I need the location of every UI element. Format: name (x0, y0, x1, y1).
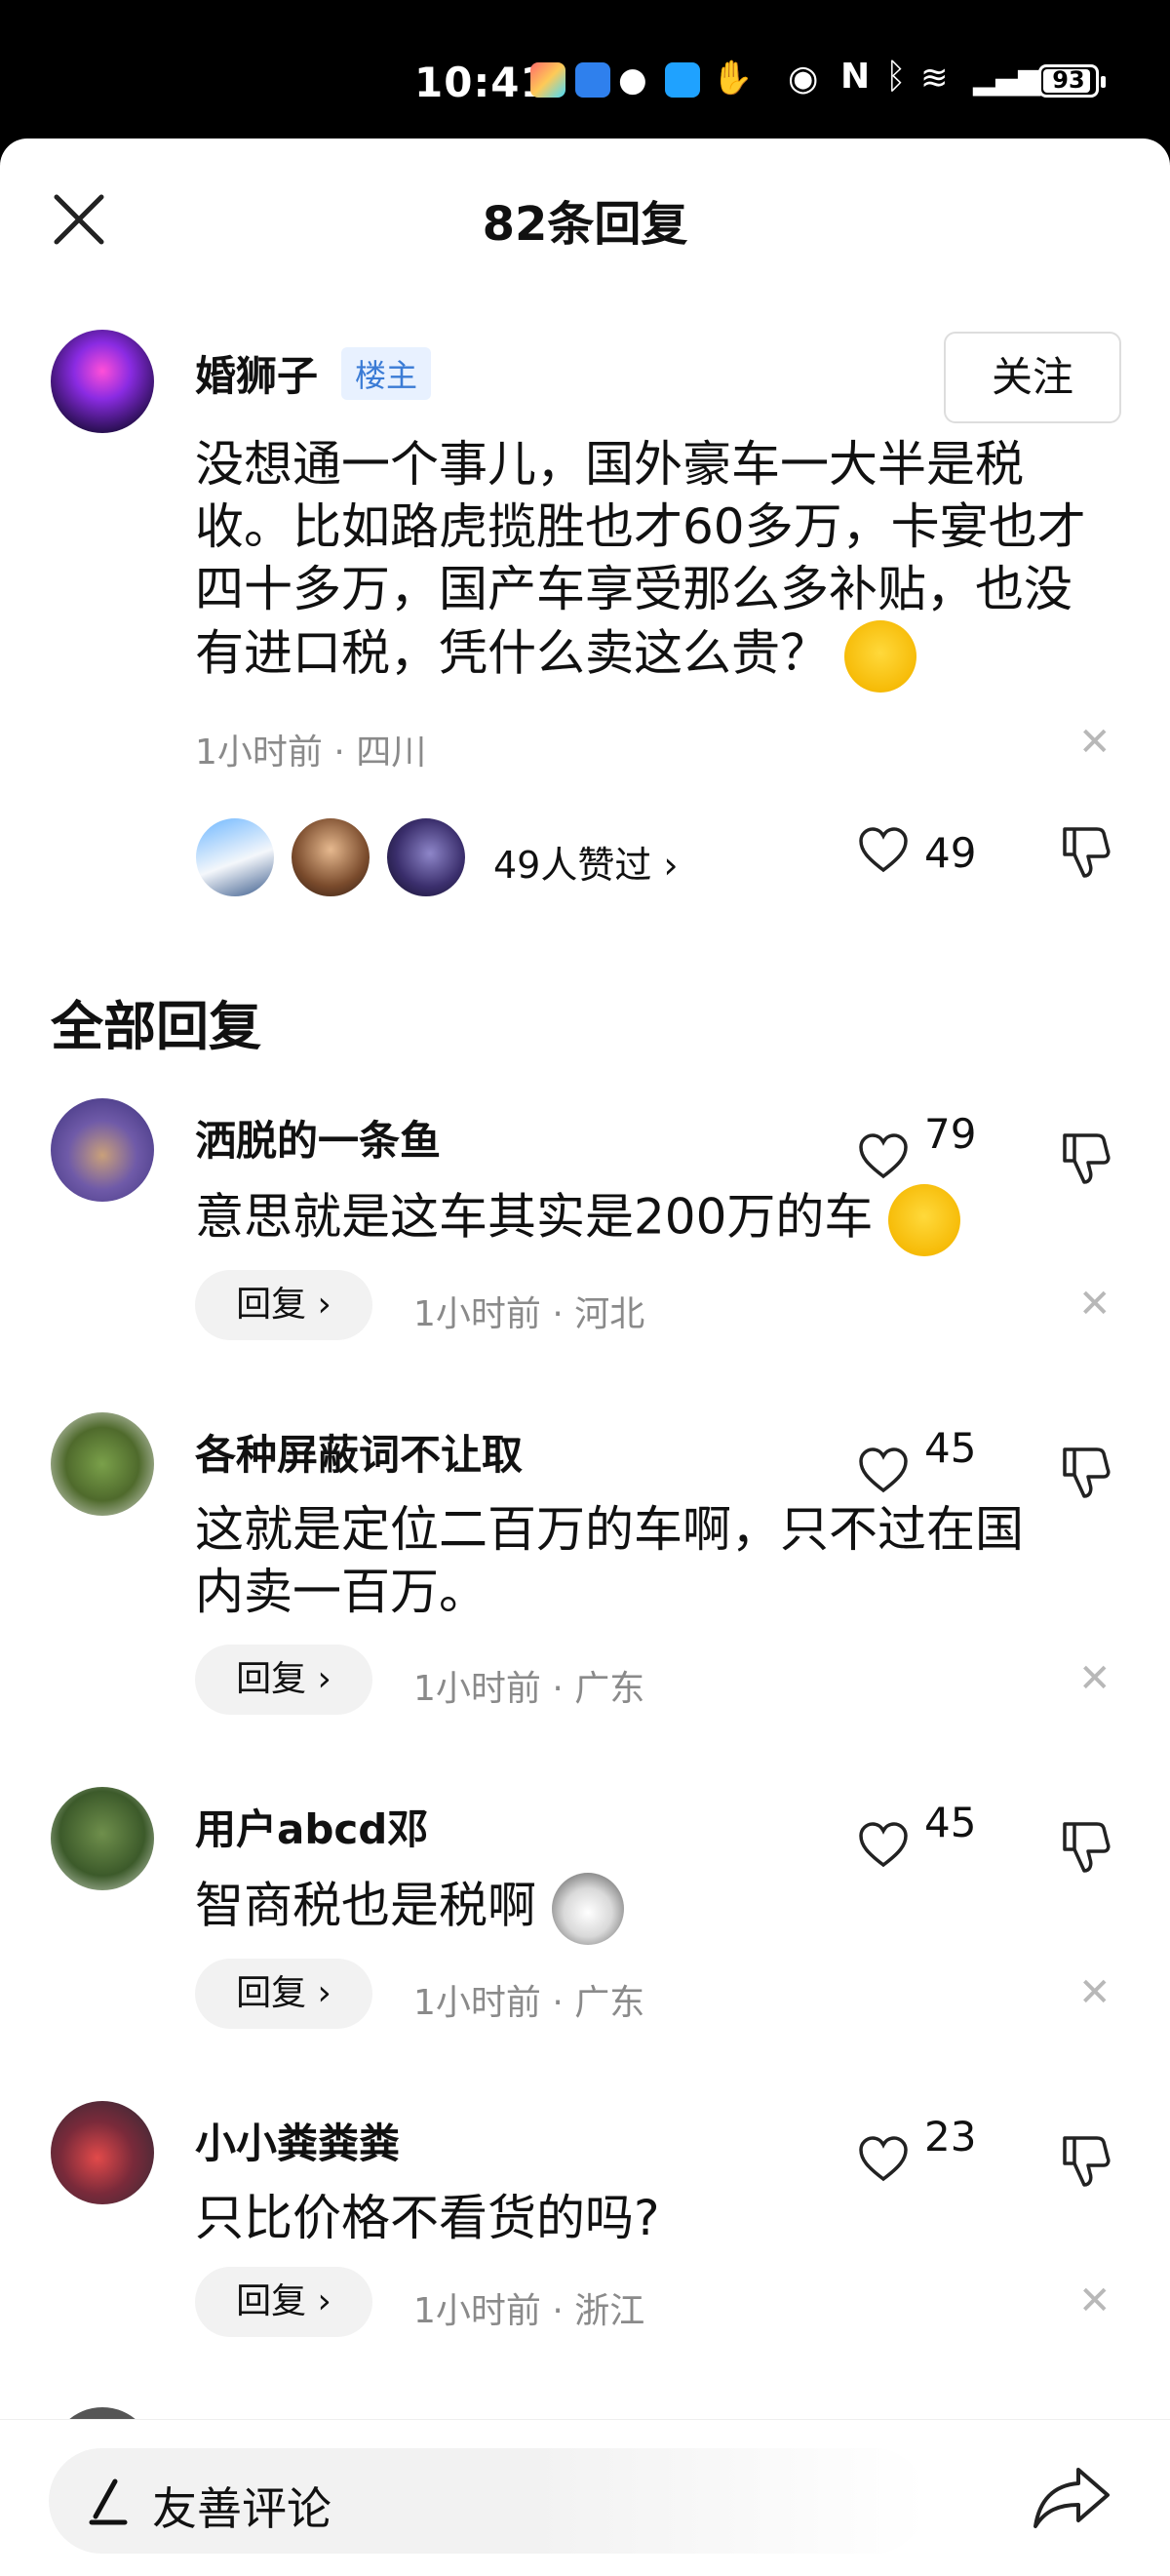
reply-button[interactable]: 回复 › (195, 2267, 372, 2337)
x-icon[interactable]: ✕ (1078, 1970, 1112, 2015)
heart-icon (859, 1133, 908, 1179)
reply-username[interactable]: 用户abcd邓 (195, 1797, 428, 1856)
reply-username[interactable]: 小小粪粪粪 (195, 2111, 400, 2170)
op-username[interactable]: 婚狮子 (195, 343, 318, 403)
reply-meta: 1小时前 · 广东 (413, 1983, 645, 2023)
x-icon[interactable]: ✕ (1078, 720, 1112, 765)
battery-level: 93 (1052, 66, 1085, 94)
liker-avatar[interactable] (193, 815, 277, 899)
x-icon[interactable]: ✕ (1078, 2279, 1112, 2323)
thumbs-down-icon (1063, 2136, 1111, 2187)
op-text: 没想通一个事儿，国外豪车一大半是税收。比如路虎揽胜也才60多万，卡宴也才四十多万… (195, 433, 1092, 693)
avatar[interactable] (51, 330, 154, 433)
reply-text-content: 意思就是这车其实是200万的车 (195, 1188, 874, 1246)
op-text-content: 没想通一个事儿，国外豪车一大半是税收。比如路虎揽胜也才60多万，卡宴也才四十多万… (195, 436, 1086, 682)
reply-text: 智商税也是税啊 (195, 1873, 624, 1945)
reply-username[interactable]: 各种屏蔽词不让取 (195, 1422, 523, 1482)
dislike-button[interactable] (1061, 2134, 1112, 2193)
thumbs-down-icon (1063, 1822, 1111, 1873)
avatar[interactable] (51, 2101, 154, 2204)
avatar[interactable] (51, 1787, 154, 1890)
reply-button[interactable]: 回复 › (195, 1959, 372, 2029)
heart-icon (859, 1822, 908, 1868)
like-button[interactable] (858, 1447, 909, 1498)
reply-meta: 1小时前 · 浙江 (413, 2291, 645, 2331)
heart-icon (859, 1447, 908, 1493)
battery-icon: 93 (1038, 64, 1106, 98)
thumbs-down-icon (1063, 1133, 1111, 1184)
like-count: 45 (924, 1424, 977, 1472)
like-button[interactable] (858, 2136, 909, 2187)
reply-text: 意思就是这车其实是200万的车 (195, 1184, 961, 1256)
chat-icon: ● (618, 60, 647, 99)
reply-button[interactable]: 回复 › (195, 1645, 372, 1715)
like-count: 49 (924, 829, 977, 877)
page-title: 82条回复 (482, 197, 688, 252)
reply-username[interactable]: 洒脱的一条鱼 (195, 1108, 441, 1168)
dislike-button[interactable] (1061, 825, 1112, 884)
thumbs-down-icon (1063, 1447, 1111, 1498)
signal-icon: ▂▄▆ (973, 62, 1041, 97)
avatar[interactable] (51, 1098, 154, 1202)
pen-icon (86, 2477, 131, 2530)
like-button[interactable] (858, 1822, 909, 1873)
laughing-emoji-icon (888, 1184, 961, 1256)
avatar[interactable] (51, 1412, 154, 1516)
dog-emoji-icon (551, 1873, 624, 1945)
dislike-button[interactable] (1061, 1820, 1112, 1879)
x-icon[interactable]: ✕ (1078, 1656, 1112, 1701)
share-icon (1034, 2468, 1110, 2528)
like-button[interactable] (858, 1133, 909, 1184)
liker-avatar[interactable] (384, 815, 468, 899)
reply-meta: 1小时前 · 河北 (413, 1294, 645, 1334)
op-badge: 楼主 (341, 347, 432, 400)
reply-text: 这就是定位二百万的车啊，只不过在国 内卖一百万。 (195, 1498, 1112, 1623)
dislike-button[interactable] (1061, 1446, 1112, 1504)
cloud-icon (575, 62, 610, 98)
follow-button[interactable]: 关注 (944, 332, 1121, 423)
status-bar: 10:41 ● ✋ ◉ N ᛒ ≋ ▂▄▆ 93 (0, 0, 1170, 139)
liker-avatar[interactable] (289, 815, 372, 899)
share-button[interactable] (1032, 2464, 1113, 2538)
reply-text-line: 内卖一百万。 (195, 1564, 488, 1620)
bluetooth-icon: ᛒ (885, 57, 907, 97)
nfc-icon: N (840, 57, 871, 97)
like-count: 23 (924, 2113, 977, 2160)
reply-button[interactable]: 回复 › (195, 1270, 372, 1340)
reply-text: 只比价格不看货的吗? (195, 2190, 660, 2246)
eye-icon: ◉ (788, 59, 819, 99)
replies-sheet: 82条回复 婚狮子 楼主 关注 没想通一个事儿，国外豪车一大半是税收。比如路虎揽… (0, 139, 1170, 2576)
search-app-icon (665, 62, 700, 98)
like-count: 45 (924, 1799, 977, 1846)
heart-icon (859, 827, 908, 873)
like-button[interactable] (858, 827, 909, 874)
wifi-icon: ≋ (920, 59, 949, 98)
reply-text-line: 这就是定位二百万的车啊，只不过在国 (195, 1501, 1024, 1558)
op-meta: 1小时前 · 四川 (195, 733, 427, 773)
section-title: 全部回复 (51, 996, 261, 1057)
likers-link[interactable]: 49人赞过 › (493, 835, 679, 889)
hand-icon: ✋ (712, 59, 754, 98)
app-icon (530, 62, 566, 98)
comment-placeholder: 友善评论 (152, 2482, 332, 2535)
laughing-emoji-icon (843, 620, 916, 693)
thumbs-down-icon (1063, 827, 1111, 878)
dislike-button[interactable] (1061, 1131, 1112, 1190)
status-time: 10:41 (414, 59, 550, 106)
like-count: 79 (924, 1110, 977, 1158)
reply-text-content: 智商税也是税啊 (195, 1877, 536, 1934)
heart-icon (859, 2136, 908, 2182)
x-icon[interactable]: ✕ (1078, 1282, 1112, 1327)
reply-meta: 1小时前 · 广东 (413, 1669, 645, 1709)
